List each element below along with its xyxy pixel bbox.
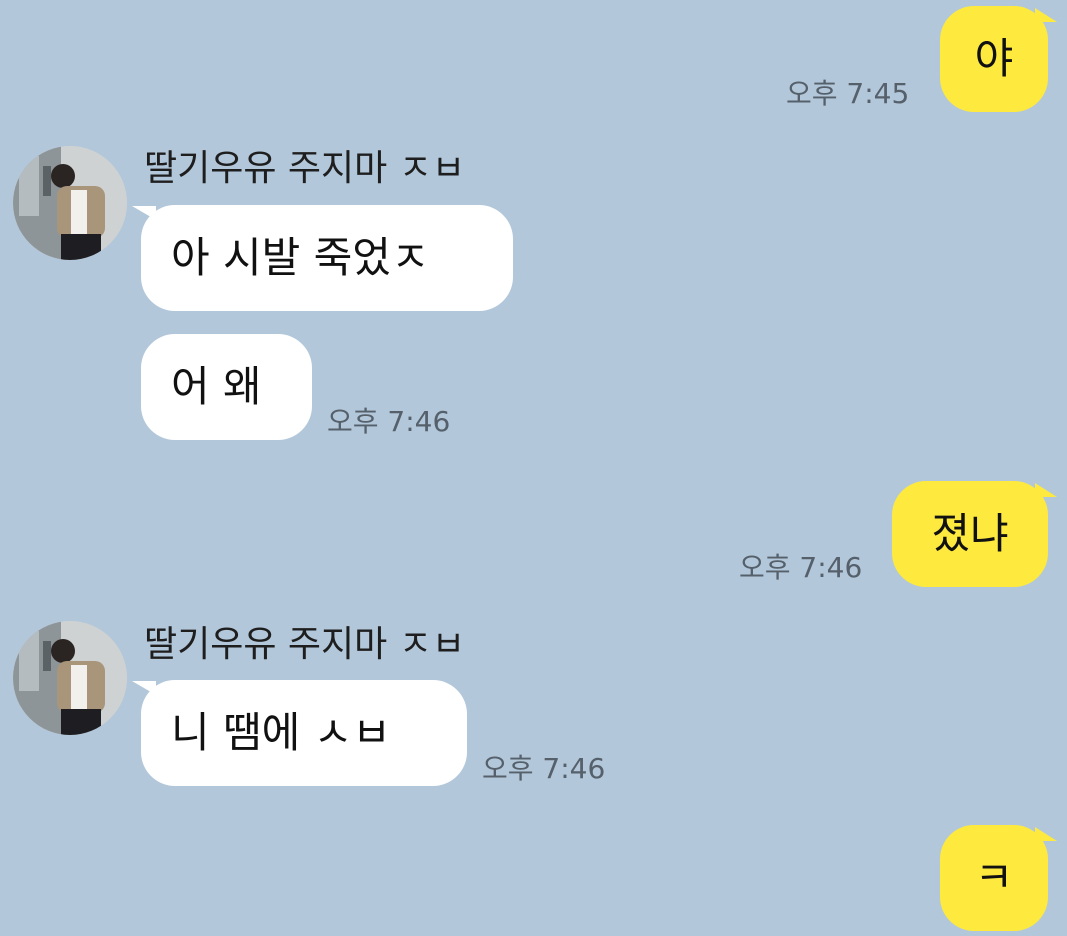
sender-name: 딸기우유 주지마 ㅈㅂ — [144, 624, 465, 665]
my-message-bubble[interactable]: 야 — [940, 6, 1057, 112]
profile-photo-icon — [13, 621, 127, 735]
message-text: 졌냐 — [931, 509, 1009, 558]
message-text: 니 땜에 ㅅㅂ — [171, 708, 391, 757]
message-text: ㅋ — [974, 853, 1014, 902]
message-time: 오후 7:45 — [786, 77, 910, 110]
sender-name: 딸기우유 주지마 ㅈㅂ — [144, 148, 465, 189]
other-message-bubble[interactable]: 니 땜에 ㅅㅂ — [132, 680, 467, 786]
message-time: 오후 7:46 — [739, 551, 863, 584]
message-time: 오후 7:46 — [482, 752, 606, 785]
message-text: 야 — [974, 34, 1014, 83]
other-message-bubble[interactable]: 어 왜 — [141, 334, 312, 440]
other-message-bubble[interactable]: 아 시발 죽었ㅈ — [132, 205, 513, 311]
message-time: 오후 7:46 — [327, 405, 451, 438]
my-message-bubble[interactable]: 졌냐 — [892, 481, 1057, 587]
chat-room[interactable]: 오후 7:45 야 딸기우유 주지마 ㅈㅂ 아 시발 죽었ㅈ 어 왜 오후 7:… — [0, 0, 1067, 936]
profile-photo-icon — [13, 146, 127, 260]
avatar[interactable] — [13, 621, 127, 735]
avatar[interactable] — [13, 146, 127, 260]
message-text: 아 시발 죽었ㅈ — [171, 233, 430, 282]
message-text: 어 왜 — [171, 362, 262, 411]
my-message-bubble[interactable]: ㅋ — [940, 825, 1057, 931]
